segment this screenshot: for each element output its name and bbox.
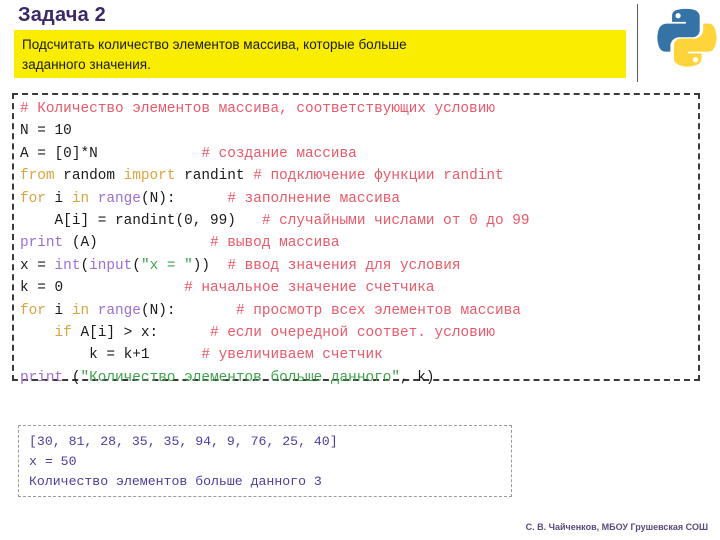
code-token-plain: random (54, 168, 124, 185)
code-line: # Количество элементов массива, соответс… (20, 98, 698, 120)
code-token-plain: )) (192, 257, 211, 274)
code-token-kw: for (20, 302, 46, 319)
code-token-kw: in (71, 190, 90, 207)
code-token-plain: k = 0 (20, 280, 64, 297)
task-banner: Подсчитать количество элементов массива,… (14, 30, 626, 78)
code-line: for i in range(N): # заполнение массива (20, 188, 698, 210)
output-block: [30, 81, 28, 35, 35, 94, 9, 76, 25, 40] x… (18, 425, 512, 497)
code-token-kw: import (123, 168, 176, 185)
code-token-plain: , k) (400, 369, 435, 386)
output-line: x = 50 (29, 454, 77, 469)
code-token-plain: (N): (140, 302, 176, 319)
footer-credit: С. В. Чайченков, МБОУ Грушевская СОШ (525, 522, 708, 532)
code-token-builtin: range (97, 190, 141, 207)
code-token-builtin: int (54, 257, 81, 274)
code-token-kw: in (71, 302, 90, 319)
code-token-builtin: input (89, 257, 133, 274)
code-token-string: "Количество элементов больше данного" (80, 369, 400, 386)
code-token-string: "x = " (140, 257, 193, 274)
code-token-comment: # создание массива (201, 145, 357, 162)
code-token-kw: if (54, 325, 72, 342)
code-token-builtin: range (97, 302, 141, 319)
task-banner-line-2: заданного значения. (22, 57, 151, 72)
code-token-plain: A = [0]*N (20, 145, 98, 162)
code-token-plain: x = (20, 257, 55, 274)
code-token-comment: # Количество элементов массива, соответс… (20, 101, 495, 117)
code-line: print ("Количество элементов больше данн… (20, 367, 698, 389)
code-token-comment: # просмотр всех элементов массива (235, 302, 521, 319)
code-token-kw: from (20, 168, 55, 185)
code-line: k = 0 # начальное значение счетчика (20, 277, 698, 299)
output-line: [30, 81, 28, 35, 35, 94, 9, 76, 25, 40] (29, 434, 338, 449)
code-token-plain: (A) (63, 235, 98, 252)
code-token-comment: # случайными числами от 0 до 99 (261, 213, 530, 230)
code-block: # Количество элементов массива, соответс… (12, 93, 700, 386)
code-token-plain: A[i] > x: (71, 325, 159, 342)
code-token-plain: ( (132, 257, 141, 274)
code-line: if A[i] > x: # если очередной соответ. у… (20, 322, 698, 344)
page-title: Задача 2 (18, 4, 106, 26)
code-line: A[i] = randint(0, 99) # случайными числа… (20, 210, 698, 232)
code-token-plain: ( (80, 257, 90, 274)
code-token-kw: for (20, 190, 46, 207)
code-token-comment: # вывод массива (210, 235, 340, 252)
code-token-plain: k = k+1 (20, 347, 150, 364)
code-token-comment: # ввод значения для условия (227, 257, 461, 274)
code-line: print (A) # вывод массива (20, 232, 698, 254)
header-divider (637, 4, 638, 82)
code-token-comment: # подключение функции randint (253, 168, 504, 185)
code-token-plain: randint (175, 168, 254, 185)
output-line: Количество элементов больше данного 3 (29, 474, 322, 489)
code-line: x = int(input("x = ")) # ввод значения д… (20, 255, 698, 277)
code-line: k = k+1 # увеличиваем счетчик (20, 344, 698, 366)
code-line: from random import randint # подключение… (20, 165, 698, 187)
code-token-builtin: print (20, 369, 64, 386)
code-token-plain: (N): (140, 190, 176, 207)
code-token-comment: # увеличиваем счетчик (201, 347, 383, 364)
code-token-plain: i (45, 190, 72, 207)
code-line: for i in range(N): # просмотр всех элеме… (20, 300, 698, 322)
python-logo (655, 6, 717, 68)
code-token-builtin: print (20, 235, 64, 252)
code-token-plain: i (45, 302, 72, 319)
code-line: A = [0]*N # создание массива (20, 143, 698, 165)
code-token-comment: # если очередной соответ. условию (210, 325, 495, 342)
code-token-plain: ( (63, 369, 81, 386)
task-banner-line-1: Подсчитать количество элементов массива,… (22, 37, 407, 52)
code-line: N = 10 (20, 120, 698, 142)
code-token-comment: # заполнение массива (227, 190, 401, 207)
code-token-comment: # начальное значение счетчика (184, 280, 435, 297)
code-token-plain: A[i] = randint(0, 99) (20, 213, 236, 230)
code-token-plain: N = 10 (20, 123, 72, 140)
